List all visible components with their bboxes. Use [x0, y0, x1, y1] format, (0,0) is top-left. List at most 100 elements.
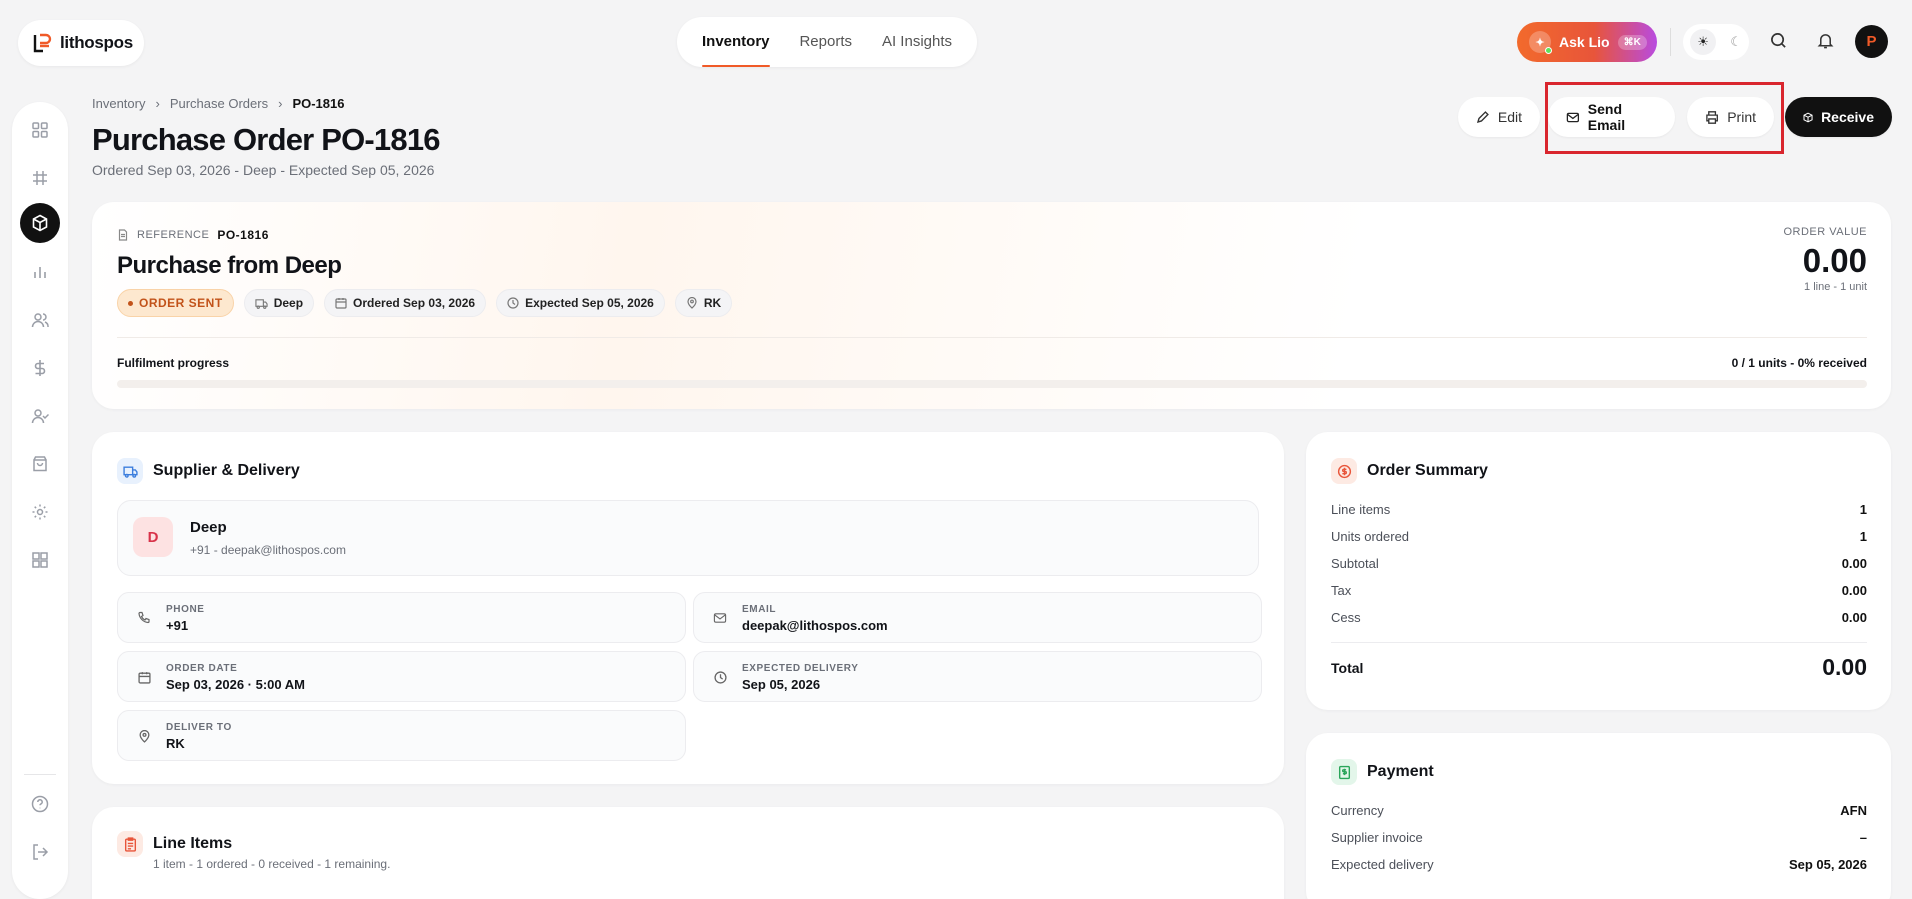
tab-inventory[interactable]: Inventory	[701, 17, 770, 67]
fulfilment-progress-bar	[117, 380, 1867, 388]
supplier-row[interactable]: D Deep +91 - deepak@lithospos.com	[117, 500, 1259, 576]
summary-label: Units ordered	[1331, 529, 1410, 544]
apps-grid-icon[interactable]	[20, 540, 60, 580]
search-icon[interactable]	[1768, 30, 1788, 50]
ask-lio-button[interactable]: ✦ Ask Lio ⌘K	[1517, 22, 1657, 62]
deliver-to-label: DELIVER TO	[166, 722, 232, 733]
hash-icon[interactable]	[20, 158, 60, 198]
reference-label: REFERENCE	[137, 229, 210, 241]
summary-row-subtotal: Subtotal 0.00	[1331, 556, 1867, 571]
sidebar-divider	[24, 774, 56, 775]
location-tag: RK	[674, 289, 733, 317]
location-tag-text: RK	[703, 296, 722, 310]
tab-reports[interactable]: Reports	[799, 17, 852, 67]
summary-section-title: Order Summary	[1367, 462, 1488, 479]
user-avatar[interactable]: P	[1855, 25, 1888, 58]
total-label: Total	[1331, 659, 1364, 676]
fulfilment-label: Fulfilment progress	[117, 356, 230, 370]
reference: REFERENCE PO-1816	[117, 228, 269, 242]
mail-icon	[712, 610, 728, 626]
edit-button[interactable]: Edit	[1458, 97, 1540, 137]
chevron-right-icon: ›	[278, 96, 283, 111]
phone-label: PHONE	[166, 604, 205, 615]
payment-card: Payment Currency AFN Supplier invoice – Ex…	[1306, 733, 1891, 899]
tab-ai-insights[interactable]: AI Insights	[882, 17, 952, 67]
supplier-tag-text: Deep	[273, 296, 304, 310]
hero-divider	[117, 337, 1867, 338]
deliver-to-field: DELIVER TO RK	[117, 710, 686, 761]
summary-value: 1	[1859, 502, 1867, 517]
supplier-tag: Deep	[243, 289, 315, 317]
summary-value: 0.00	[1841, 556, 1867, 571]
reference-value: PO-1816	[217, 228, 269, 242]
total-value: 0.00	[1822, 654, 1867, 680]
banknote-icon	[1331, 759, 1357, 785]
chevron-right-icon: ›	[155, 96, 160, 111]
phone-value: +91	[166, 618, 189, 633]
app-logo[interactable]: lithospos	[18, 20, 144, 66]
summary-row-units-ordered: Units ordered 1	[1331, 529, 1867, 544]
reports-chart-icon[interactable]	[20, 252, 60, 292]
line-items-title: Line Items	[153, 835, 233, 852]
payment-section-title: Payment	[1367, 763, 1434, 780]
settings-gear-icon[interactable]	[20, 492, 60, 532]
breadcrumb-inventory[interactable]: Inventory	[92, 96, 145, 111]
bell-icon[interactable]	[1815, 30, 1835, 50]
breadcrumb-purchase-orders[interactable]: Purchase Orders	[170, 96, 268, 111]
supplier-section-header: Supplier & Delivery	[117, 458, 300, 484]
theme-toggle[interactable]: ☀ ☾	[1683, 24, 1749, 60]
ordered-tag: Ordered Sep 03, 2026	[324, 289, 487, 317]
expected-delivery-label: EXPECTED DELIVERY	[742, 663, 859, 674]
dashboard-icon[interactable]	[20, 110, 60, 150]
receive-button[interactable]: Receive	[1785, 97, 1892, 137]
breadcrumb: Inventory › Purchase Orders › PO-1816	[92, 96, 344, 111]
truck-icon	[117, 458, 143, 484]
deliver-to-value: RK	[166, 736, 185, 751]
sidebar	[12, 102, 68, 899]
summary-label: Cess	[1331, 610, 1361, 625]
status-dot	[128, 300, 133, 306]
online-dot	[1545, 47, 1552, 54]
summary-section-header: Order Summary	[1331, 458, 1488, 484]
summary-value: 0.00	[1841, 583, 1867, 598]
inventory-box-icon[interactable]	[20, 203, 60, 243]
logout-icon[interactable]	[20, 832, 60, 872]
line-items-card: Line Items 1 item - 1 ordered - 0 receiv…	[92, 807, 1284, 899]
expected-tag: Expected Sep 05, 2026	[496, 289, 665, 317]
email-label: EMAIL	[742, 604, 777, 615]
header-divider	[1670, 28, 1671, 56]
summary-row-line-items: Line items 1	[1331, 502, 1867, 517]
logo-icon	[33, 33, 52, 53]
truck-icon	[255, 298, 268, 309]
order-value-sub: 1 line - 1 unit	[1804, 281, 1867, 293]
receive-label: Receive	[1821, 109, 1874, 125]
sun-icon[interactable]: ☀	[1690, 29, 1717, 55]
supplier-section-title: Supplier & Delivery	[153, 462, 300, 479]
highlight-box	[1545, 82, 1784, 154]
payment-label: Expected delivery	[1331, 857, 1434, 872]
customers-icon[interactable]	[20, 300, 60, 340]
breadcrumb-current: PO-1816	[292, 96, 345, 111]
summary-row-cess: Cess 0.00	[1331, 610, 1867, 625]
moon-icon[interactable]: ☾	[1730, 34, 1742, 50]
order-value: 0.00	[1802, 242, 1867, 279]
supplier-avatar: D	[133, 517, 173, 557]
logo-text: lithospos	[60, 33, 133, 52]
help-icon[interactable]	[20, 784, 60, 824]
shopping-bag-icon[interactable]	[20, 444, 60, 484]
status-badge: ORDER SENT	[117, 289, 234, 317]
clipboard-icon	[117, 831, 143, 857]
supplier-contact: +91 - deepak@lithospos.com	[190, 543, 346, 557]
status-text: ORDER SENT	[139, 296, 223, 310]
document-icon	[118, 229, 128, 241]
dollar-icon[interactable]	[20, 348, 60, 388]
line-items-subtitle: 1 item - 1 ordered - 0 received - 1 rema…	[153, 857, 391, 871]
email-field: EMAIL deepak@lithospos.com	[693, 592, 1262, 643]
supplier-delivery-card: Supplier & Delivery D Deep +91 - deepak@…	[92, 432, 1284, 784]
user-check-icon[interactable]	[20, 396, 60, 436]
phone-icon	[136, 610, 152, 626]
order-date-value: Sep 03, 2026 · 5:00 AM	[166, 677, 305, 692]
clock-icon	[507, 297, 519, 309]
page-subtitle: Ordered Sep 03, 2026 - Deep - Expected S…	[92, 162, 435, 178]
line-items-header: Line Items	[117, 831, 232, 857]
